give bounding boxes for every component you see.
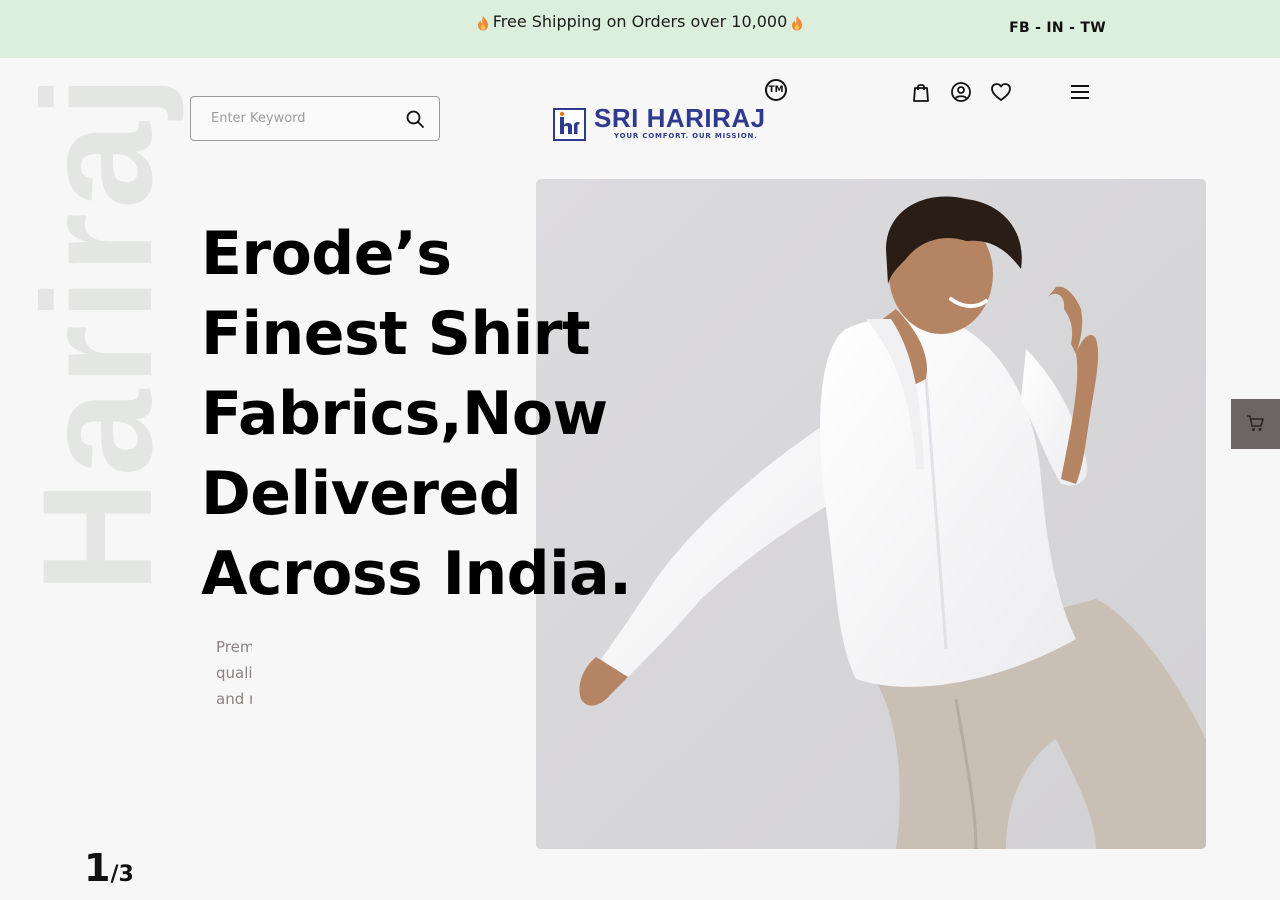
announcement-text: Free Shipping on Orders over 10,000 [492, 12, 788, 31]
headline-line: Erode’s [201, 219, 452, 289]
brand-logo[interactable]: SRI HARIRAJ YOUR COMFORT. OUR MISSION. T… [553, 79, 793, 145]
search-icon[interactable] [405, 109, 425, 129]
menu-icon[interactable] [1069, 81, 1091, 103]
trademark-badge: TM [765, 79, 787, 101]
headline-line: Fabrics,Now [201, 379, 608, 449]
description-line: and m [216, 690, 252, 708]
hero-headline: Erode’s Finest Shirt Fabrics,Now Deliver… [201, 214, 632, 614]
hero-description: Prem qualit and m [216, 634, 252, 714]
description-line: qualit [216, 664, 252, 682]
logo-tagline: YOUR COMFORT. OUR MISSION. [614, 132, 758, 140]
slide-counter: 1/3 [84, 846, 134, 890]
headline-line: Delivered [201, 459, 522, 529]
cart-icon [1247, 415, 1264, 431]
social-links[interactable]: FB - IN - TW [1009, 20, 1106, 36]
logo-name: SRI HARIRAJ [594, 103, 766, 133]
user-icon[interactable] [950, 81, 972, 103]
slide-separator: / [110, 862, 119, 887]
brand-watermark: Hariraj [11, 70, 185, 594]
hero-image [536, 179, 1206, 849]
floating-cart-button[interactable] [1231, 399, 1280, 449]
slide-current: 1 [84, 846, 111, 890]
description-line: Prem [216, 638, 252, 656]
search-input[interactable] [191, 97, 391, 140]
model-in-white-shirt-illustration [536, 179, 1206, 849]
headline-line: Finest Shirt [201, 299, 591, 369]
fire-icon [792, 16, 803, 31]
slide-total: 3 [118, 862, 134, 887]
fire-icon [477, 16, 488, 31]
announcement-bar: Free Shipping on Orders over 10,000 FB -… [0, 0, 1280, 58]
headline-line: Across India. [201, 539, 632, 609]
logo-mark-icon [553, 108, 586, 141]
shopping-bag-icon[interactable] [910, 81, 932, 103]
search-box [190, 96, 440, 141]
heart-icon[interactable] [990, 81, 1012, 103]
